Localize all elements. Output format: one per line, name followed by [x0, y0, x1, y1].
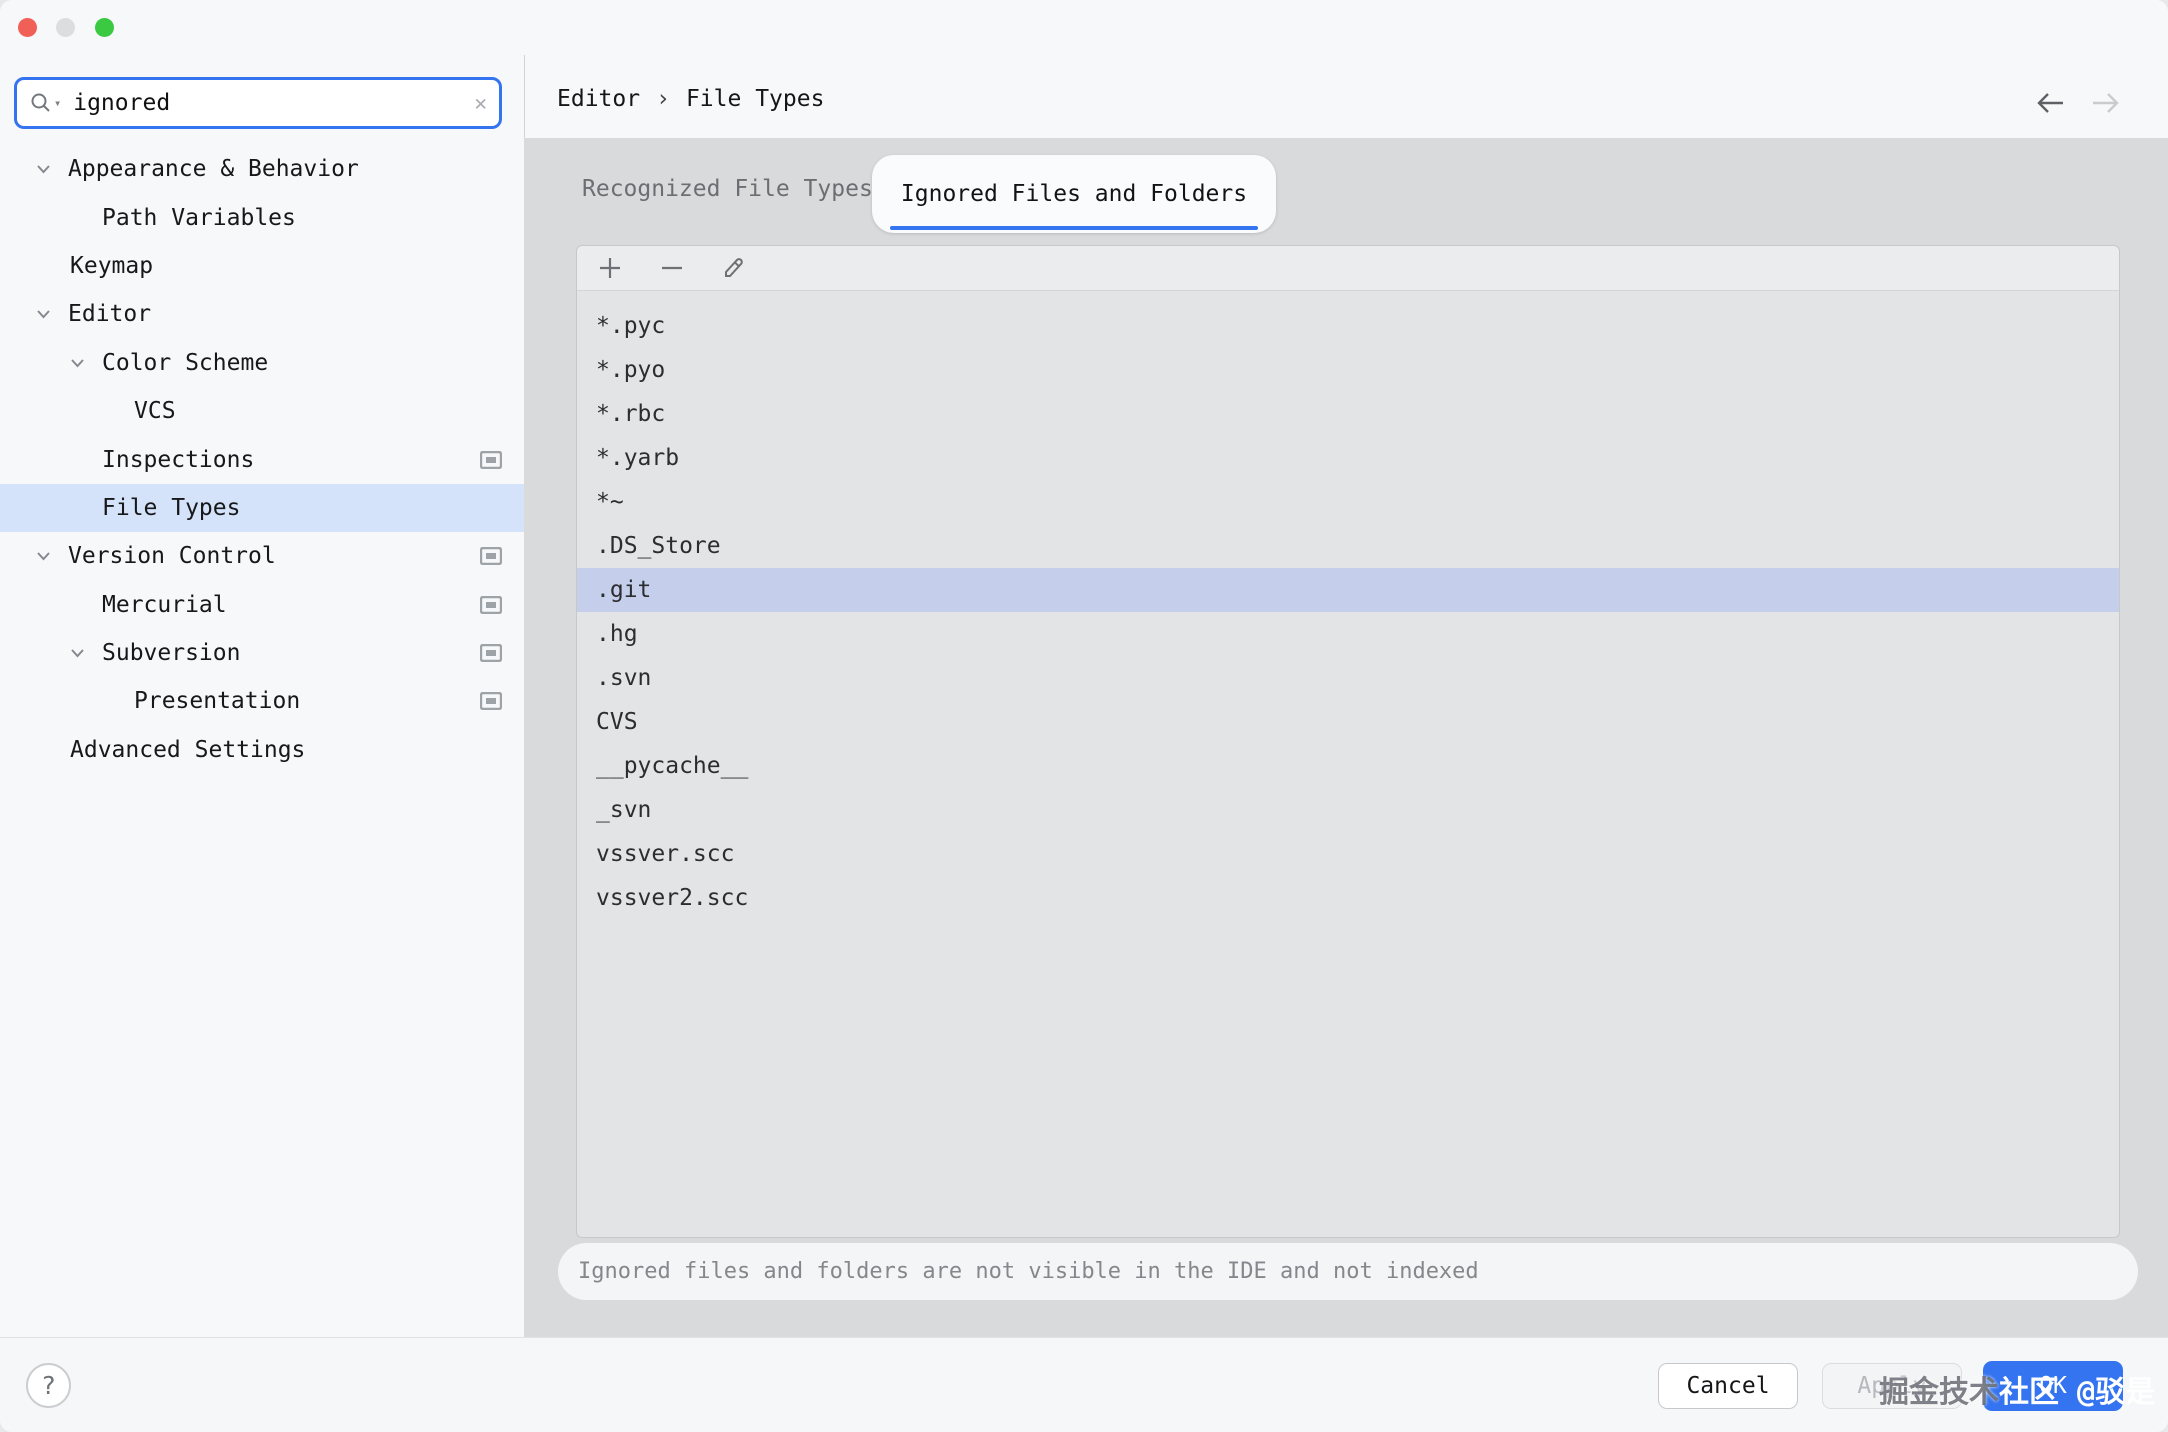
settings-search-field[interactable]: ▾ ✕	[14, 77, 502, 129]
chevron-down-icon[interactable]	[36, 551, 68, 561]
pattern-text: vssver.scc	[596, 841, 735, 867]
ok-button[interactable]: OK	[1983, 1361, 2123, 1411]
pattern-text: .hg	[596, 621, 638, 647]
pattern-text: .git	[596, 577, 652, 603]
apply-button: Apply	[1822, 1363, 1962, 1409]
sidebar-item-label: Path Variables	[102, 204, 296, 231]
list-item[interactable]: __pycache__	[577, 744, 2119, 788]
sidebar-item-label: Inspections	[102, 446, 255, 473]
sidebar-item-label: VCS	[134, 398, 176, 425]
sidebar-item-inspections[interactable]: Inspections	[0, 435, 524, 483]
remove-button[interactable]	[655, 251, 689, 285]
search-icon: ▾	[29, 91, 61, 115]
results-found-icon	[480, 547, 502, 566]
list-item[interactable]: .hg	[577, 612, 2119, 656]
sidebar-item-label: Appearance & Behavior	[68, 156, 359, 183]
pattern-text: .svn	[596, 665, 652, 691]
results-found-icon	[480, 644, 502, 663]
back-arrow-icon[interactable]	[2036, 92, 2066, 114]
sidebar-item-label: Subversion	[102, 640, 241, 667]
list-item[interactable]: _svn	[577, 788, 2119, 832]
settings-sidebar: ▾ ✕ Appearance & Behavior Path Variables…	[0, 55, 524, 1337]
sidebar-item-appearance-behavior[interactable]: Appearance & Behavior	[0, 145, 524, 193]
sidebar-item-subversion[interactable]: Subversion	[0, 629, 524, 677]
question-mark-icon: ?	[40, 1371, 57, 1400]
breadcrumb: Editor › File Types	[557, 86, 824, 112]
sidebar-item-file-types[interactable]: File Types	[0, 483, 524, 533]
content-header: Editor › File Types	[525, 0, 2168, 138]
sidebar-item-label: Advanced Settings	[70, 736, 306, 763]
results-found-icon	[480, 692, 502, 711]
sidebar-item-advanced-settings[interactable]: Advanced Settings	[0, 726, 524, 774]
list-item[interactable]: .DS_Store	[577, 524, 2119, 568]
sidebar-item-editor[interactable]: Editor	[0, 290, 524, 338]
search-history-caret-icon[interactable]: ▾	[54, 96, 61, 110]
sidebar-item-label: Version Control	[68, 543, 276, 570]
sidebar-item-label: Mercurial	[102, 591, 227, 618]
results-found-icon	[480, 595, 502, 614]
sidebar-item-label: Keymap	[70, 252, 154, 279]
breadcrumb-file-types: File Types	[685, 86, 825, 112]
active-tab-underline	[890, 226, 1258, 230]
breadcrumb-separator: ›	[656, 86, 670, 112]
pattern-text: __pycache__	[596, 753, 749, 779]
edit-pencil-button[interactable]	[717, 251, 751, 285]
chevron-down-icon[interactable]	[36, 164, 68, 174]
sidebar-item-presentation[interactable]: Presentation	[0, 677, 524, 725]
pattern-text: *~	[596, 489, 624, 515]
file-types-panel: Recognized File Types Ignored Files and …	[524, 138, 2168, 1337]
pattern-text: *.yarb	[596, 445, 680, 471]
list-item[interactable]: *.pyo	[577, 348, 2119, 392]
pattern-text: *.pyc	[596, 313, 666, 339]
forward-arrow-icon[interactable]	[2090, 92, 2120, 114]
sidebar-item-mercurial[interactable]: Mercurial	[0, 581, 524, 629]
ignored-files-list-panel: *.pyc *.pyo *.rbc *.yarb *~ .DS_Store .g…	[576, 245, 2120, 1238]
pattern-text: .DS_Store	[596, 533, 721, 559]
settings-tree: Appearance & Behavior Path Variables Key…	[0, 145, 524, 774]
pattern-text: *.pyo	[596, 357, 666, 383]
list-item[interactable]: vssver.scc	[577, 832, 2119, 876]
sidebar-item-label: Color Scheme	[102, 349, 269, 376]
footer: ? Cancel Apply OK 掘金技术 社区 @驳是	[0, 1337, 2168, 1432]
sidebar-item-color-scheme[interactable]: Color Scheme	[0, 339, 524, 387]
hint-bar: Ignored files and folders are not visibl…	[558, 1243, 2138, 1300]
pattern-text: _svn	[596, 797, 652, 823]
list-item[interactable]: CVS	[577, 700, 2119, 744]
list-item-selected[interactable]: .git	[577, 568, 2119, 612]
pattern-text: *.rbc	[596, 401, 666, 427]
add-button[interactable]	[593, 251, 627, 285]
hint-text: Ignored files and folders are not visibl…	[578, 1259, 1479, 1284]
cancel-button[interactable]: Cancel	[1658, 1363, 1798, 1409]
list-item[interactable]: .svn	[577, 656, 2119, 700]
breadcrumb-editor[interactable]: Editor	[557, 86, 640, 112]
tab-recognized-file-types[interactable]: Recognized File Types	[582, 176, 873, 202]
chevron-down-icon[interactable]	[36, 309, 68, 319]
tab-ignored-files-and-folders[interactable]: Ignored Files and Folders	[872, 155, 1276, 233]
sidebar-item-version-control[interactable]: Version Control	[0, 532, 524, 580]
list-toolbar	[577, 246, 2119, 291]
chevron-down-icon[interactable]	[70, 648, 102, 658]
help-button[interactable]: ?	[26, 1363, 71, 1408]
clear-search-icon[interactable]: ✕	[466, 91, 487, 115]
list-item[interactable]: *.rbc	[577, 392, 2119, 436]
list-item[interactable]: *~	[577, 480, 2119, 524]
pattern-text: vssver2.scc	[596, 885, 749, 911]
search-input[interactable]	[71, 89, 467, 117]
results-found-icon	[480, 450, 502, 469]
tab-label: Ignored Files and Folders	[900, 181, 1248, 207]
sidebar-item-keymap[interactable]: Keymap	[0, 242, 524, 290]
list-item[interactable]: *.yarb	[577, 436, 2119, 480]
ignored-patterns-list: *.pyc *.pyo *.rbc *.yarb *~ .DS_Store .g…	[577, 304, 2119, 920]
settings-window: Settings ▾ ✕ Appearance & Behavior Path …	[0, 0, 2168, 1432]
sidebar-item-label: File Types	[102, 494, 241, 521]
sidebar-item-path-variables[interactable]: Path Variables	[0, 193, 524, 241]
pattern-text: CVS	[596, 709, 638, 735]
sidebar-item-label: Presentation	[134, 688, 301, 715]
sidebar-item-vcs[interactable]: VCS	[0, 387, 524, 435]
list-item[interactable]: *.pyc	[577, 304, 2119, 348]
chevron-down-icon[interactable]	[70, 358, 102, 368]
list-item[interactable]: vssver2.scc	[577, 876, 2119, 920]
sidebar-item-label: Editor	[68, 301, 152, 328]
